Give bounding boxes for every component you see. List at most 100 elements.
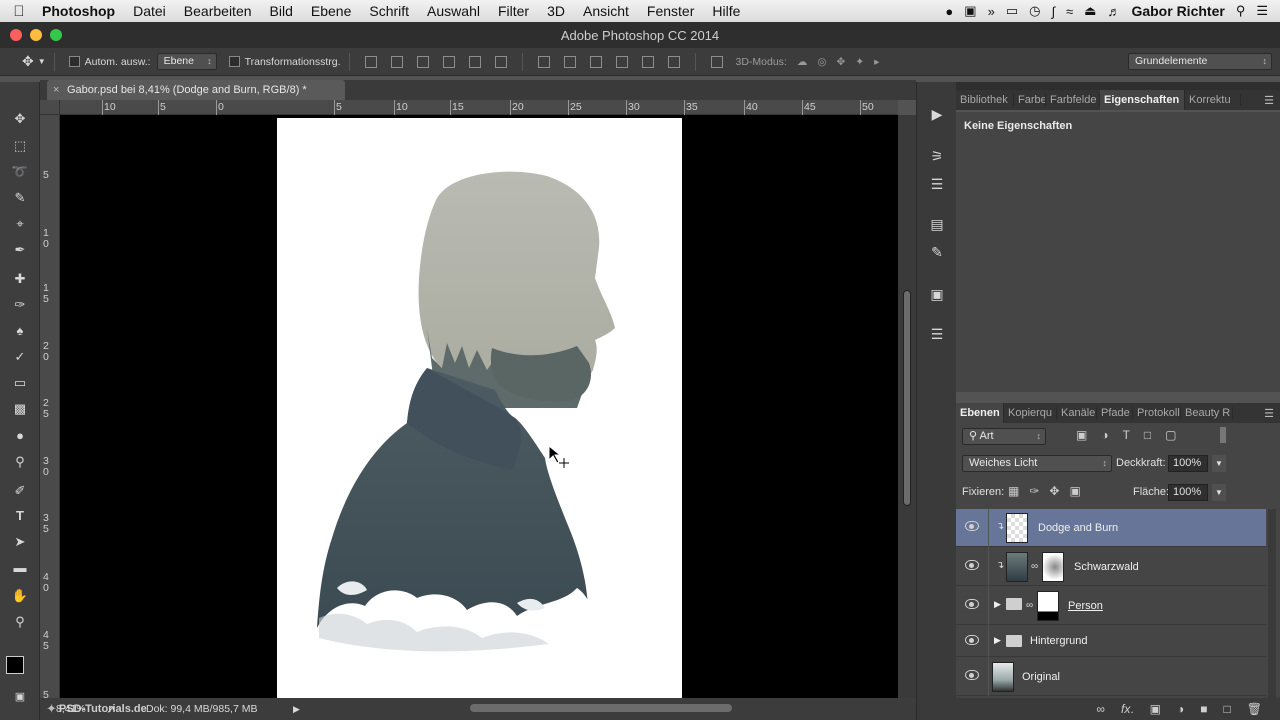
layers-menu-icon[interactable]: ☰ bbox=[1264, 407, 1280, 420]
dodge-tool-icon[interactable]: ⚲ bbox=[10, 453, 30, 471]
align-left-icon[interactable] bbox=[442, 55, 455, 68]
menu-app[interactable]: Photoshop bbox=[38, 3, 124, 19]
time-machine-icon[interactable]: ◷ bbox=[1029, 3, 1040, 19]
align-vcenter-icon[interactable] bbox=[390, 55, 403, 68]
blend-mode-dropdown[interactable]: Weiches Licht bbox=[962, 455, 1112, 472]
character-panel-icon[interactable]: ▤ bbox=[927, 214, 947, 234]
distribute-top-icon[interactable] bbox=[537, 55, 550, 68]
user-name[interactable]: Gabor Richter bbox=[1131, 3, 1224, 19]
ruler-origin[interactable] bbox=[40, 100, 60, 115]
layer-thumbnail[interactable] bbox=[1006, 513, 1028, 543]
layer-name[interactable]: Original bbox=[1022, 658, 1060, 696]
layer-name[interactable]: Schwarzwald bbox=[1074, 548, 1139, 586]
adjustment-layer-icon[interactable]: ◑ bbox=[1177, 702, 1184, 716]
blur-tool-icon[interactable]: ● bbox=[10, 427, 30, 445]
pen-tool-icon[interactable]: ✐ bbox=[10, 482, 30, 500]
marquee-tool-icon[interactable]: ⬚ bbox=[10, 137, 30, 155]
menu-bild[interactable]: Bild bbox=[261, 3, 302, 19]
chevron-down-icon[interactable]: ▼ bbox=[38, 57, 46, 66]
layer-style-fx-icon[interactable]: fx. bbox=[1121, 702, 1134, 716]
creative-cloud-icon[interactable]: ▣ bbox=[964, 3, 976, 19]
hat-icon[interactable]: ● bbox=[945, 4, 953, 19]
layer-name[interactable]: Dodge and Burn bbox=[1038, 509, 1118, 547]
menu-schrift[interactable]: Schrift bbox=[360, 3, 418, 19]
align-top-icon[interactable] bbox=[364, 55, 377, 68]
move-tool-preset-icon[interactable]: ✥ bbox=[22, 53, 34, 70]
opacity-field[interactable]: 100% bbox=[1168, 455, 1208, 472]
menu-filter[interactable]: Filter bbox=[489, 3, 538, 19]
volume-icon[interactable]: ♬ bbox=[1107, 4, 1120, 19]
distribute-vcenter-icon[interactable] bbox=[563, 55, 576, 68]
document-canvas[interactable] bbox=[60, 115, 898, 698]
wifi-icon[interactable]: ≈ bbox=[1066, 4, 1073, 19]
hand-tool-icon[interactable]: ✋ bbox=[10, 587, 30, 605]
new-group-icon[interactable]: ■ bbox=[1200, 702, 1207, 716]
menu-bearbeiten[interactable]: Bearbeiten bbox=[175, 3, 261, 19]
visibility-eye-icon[interactable] bbox=[965, 560, 979, 570]
tab-kopierquelle[interactable]: Kopierqu bbox=[1004, 407, 1057, 419]
spotlight-search-icon[interactable]: ⚲ bbox=[1236, 3, 1246, 19]
3d-cube-icon[interactable]: ▣ bbox=[927, 284, 947, 304]
distribute-right-icon[interactable] bbox=[667, 55, 680, 68]
stamp-tool-icon[interactable]: ♠ bbox=[10, 322, 30, 340]
eraser-tool-icon[interactable]: ▭ bbox=[10, 374, 30, 392]
group-expand-arrow-icon[interactable]: ▶ bbox=[994, 635, 1001, 646]
align-right-icon[interactable] bbox=[494, 55, 507, 68]
tab-farbe[interactable]: Farbe bbox=[1014, 94, 1046, 106]
visibility-eye-icon[interactable] bbox=[965, 521, 979, 531]
move-tool-icon[interactable]: ✥ bbox=[10, 110, 30, 128]
delete-layer-icon[interactable]: 🗑 bbox=[1247, 702, 1262, 716]
status-menu-arrow-icon[interactable]: ▶ bbox=[293, 704, 300, 715]
rectangle-tool-icon[interactable]: ▬ bbox=[10, 559, 30, 577]
vertical-scroll-thumb[interactable] bbox=[903, 290, 911, 506]
tab-farbfelder[interactable]: Farbfelde bbox=[1046, 94, 1100, 106]
healing-brush-tool-icon[interactable]: ✚ bbox=[10, 270, 30, 288]
layer-row-dodge-and-burn[interactable]: ↴ Dodge and Burn bbox=[956, 509, 1266, 547]
lock-icons[interactable]: ▦✑✥▣ bbox=[1008, 484, 1091, 498]
gradient-tool-icon[interactable]: ▩ bbox=[10, 400, 30, 418]
tab-protokoll[interactable]: Protokoll bbox=[1133, 407, 1181, 419]
layer-filter-icons[interactable]: ▣◑T□▢ bbox=[1076, 428, 1191, 442]
add-mask-icon[interactable]: ▣ bbox=[1150, 702, 1161, 716]
layer-mask-thumbnail[interactable] bbox=[1037, 591, 1059, 621]
layer-thumbnail[interactable] bbox=[992, 662, 1014, 692]
layer-filter-dropdown[interactable]: ⚲ Art bbox=[962, 428, 1046, 445]
play-actions-icon[interactable]: ▶ bbox=[927, 104, 947, 124]
zoom-level[interactable]: 8,41% bbox=[56, 703, 86, 715]
menu-datei[interactable]: Datei bbox=[124, 3, 175, 19]
group-expand-arrow-icon[interactable]: ▶ bbox=[994, 599, 1001, 610]
layer-name[interactable]: Hintergrund bbox=[1030, 626, 1087, 657]
crop-tool-icon[interactable]: ⌖ bbox=[10, 215, 30, 233]
layer-row-original[interactable]: Original bbox=[956, 658, 1266, 696]
link-chain-icon[interactable]: ∞ bbox=[1031, 561, 1038, 572]
filter-toggle[interactable] bbox=[1220, 427, 1226, 443]
distribute-bottom-icon[interactable] bbox=[589, 55, 602, 68]
type-tool-icon[interactable]: T bbox=[10, 507, 30, 525]
3d-mode-icons[interactable]: ☁◎✥✦▸ bbox=[797, 56, 890, 68]
tab-pfade[interactable]: Pfade bbox=[1097, 407, 1133, 419]
close-tab-icon[interactable]: × bbox=[53, 80, 59, 100]
tab-beauty[interactable]: Beauty R bbox=[1181, 407, 1233, 419]
tab-eigenschaften[interactable]: Eigenschaften bbox=[1100, 90, 1185, 110]
opacity-chevron-icon[interactable]: ▼ bbox=[1212, 455, 1226, 472]
layers-scrollbar[interactable] bbox=[1268, 509, 1276, 698]
distribute-hcenter-icon[interactable] bbox=[641, 55, 654, 68]
layer-row-hintergrund[interactable]: ▶ Hintergrund bbox=[956, 626, 1266, 657]
foreground-color-swatch[interactable] bbox=[6, 656, 24, 674]
layer-stack-icon[interactable]: ☰ bbox=[927, 324, 947, 344]
distribute-left-icon[interactable] bbox=[615, 55, 628, 68]
quick-selection-tool-icon[interactable]: ✎ bbox=[10, 189, 30, 207]
layer-row-person[interactable]: ▶ ∞ Person bbox=[956, 587, 1266, 625]
new-layer-icon[interactable]: □ bbox=[1224, 702, 1231, 716]
link-chain-icon[interactable]: ∞ bbox=[1026, 600, 1033, 611]
menu-auswahl[interactable]: Auswahl bbox=[418, 3, 489, 19]
tab-bibliothek[interactable]: Bibliothek bbox=[956, 94, 1014, 106]
quick-mask-icon[interactable]: ▣ bbox=[10, 688, 30, 706]
notification-center-icon[interactable]: ☰ bbox=[1256, 3, 1268, 19]
paragraph-panel-icon[interactable]: ✎ bbox=[927, 242, 947, 262]
ruler-horizontal[interactable]: 1510505101520253035404550 bbox=[42, 100, 898, 115]
zoom-tool-icon[interactable]: ⚲ bbox=[10, 613, 30, 631]
share-icon[interactable]: ↗ bbox=[106, 703, 115, 716]
path-selection-tool-icon[interactable]: ➤ bbox=[10, 533, 30, 551]
visibility-eye-icon[interactable] bbox=[965, 599, 979, 609]
